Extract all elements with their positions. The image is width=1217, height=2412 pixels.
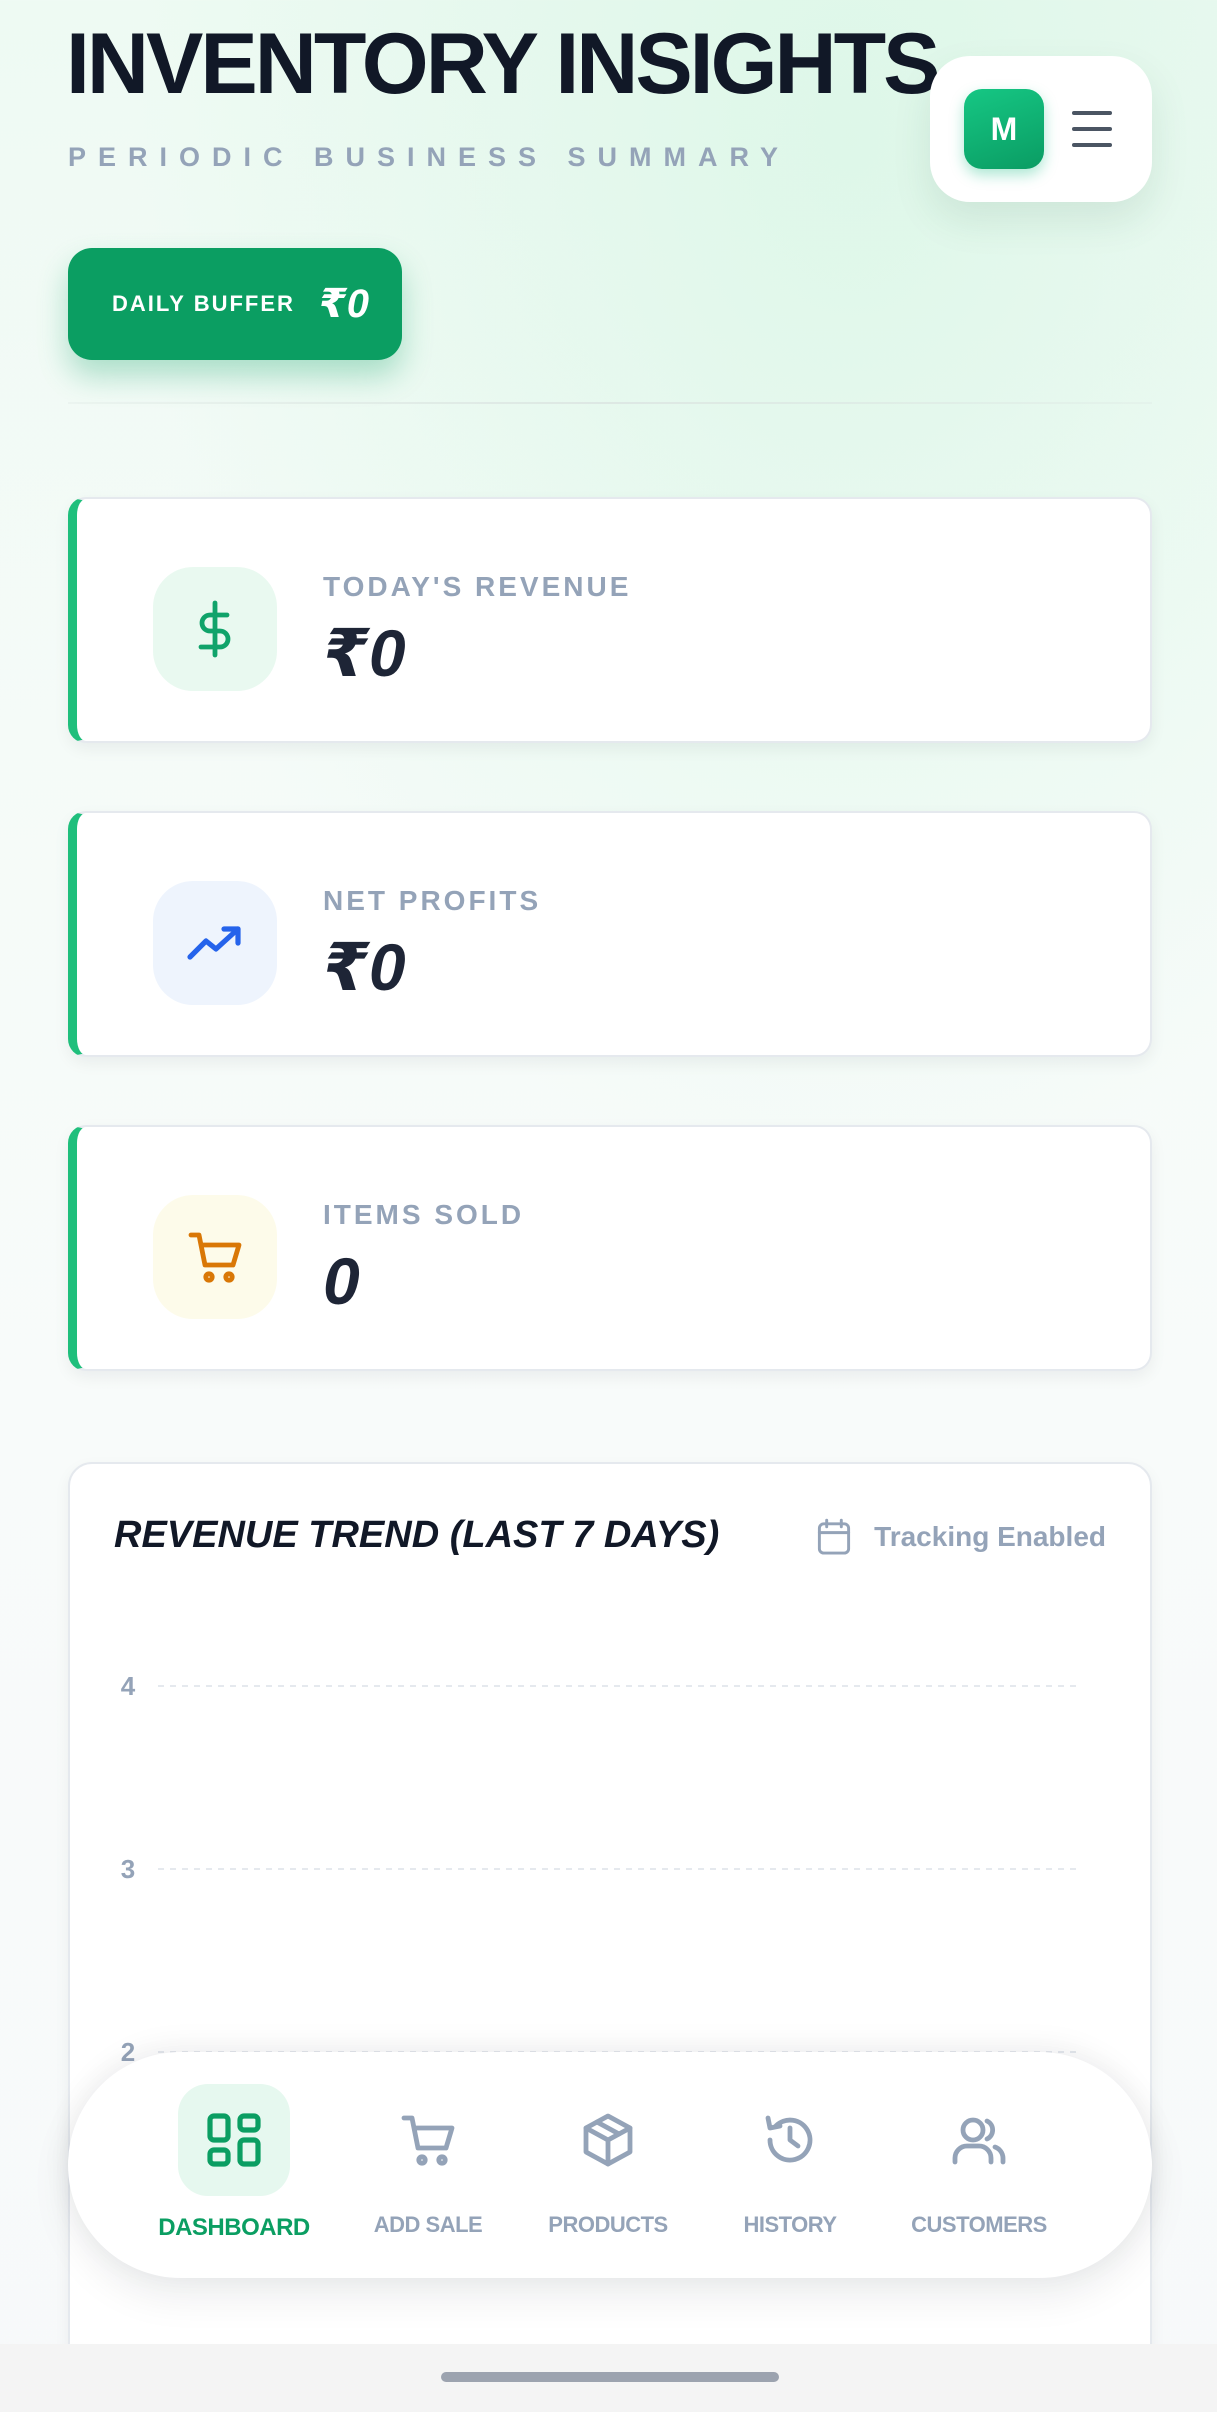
home-indicator[interactable]: [441, 2372, 779, 2382]
header-divider: [68, 402, 1152, 404]
daily-buffer-value: ₹0: [318, 282, 369, 326]
nav-customers[interactable]: CUSTOMERS: [894, 2052, 1064, 2278]
nav-add-sale[interactable]: ADD SALE: [358, 2052, 498, 2278]
nav-label: DASHBOARD: [158, 2214, 310, 2241]
nav-label: ADD SALE: [373, 2212, 483, 2237]
y-tick-label: 4: [121, 1671, 136, 1701]
page-subtitle: PERIODIC BUSINESS SUMMARY: [68, 142, 791, 172]
stat-card-revenue: TODAY'S REVENUE ₹0: [68, 497, 1152, 743]
box-icon: [552, 2084, 664, 2196]
avatar[interactable]: M: [964, 89, 1044, 169]
grid-icon: [178, 2084, 290, 2196]
nav-label: CUSTOMERS: [911, 2212, 1047, 2237]
stat-label: ITEMS SOLD: [323, 1199, 525, 1230]
y-tick-label: 3: [121, 1854, 135, 1884]
cart-icon: [153, 1195, 277, 1319]
daily-buffer-label: DAILY BUFFER: [112, 291, 295, 316]
stat-card-items-sold: ITEMS SOLD 0: [68, 1125, 1152, 1371]
stat-card-net-profits: NET PROFITS ₹0: [68, 811, 1152, 1057]
stat-label: TODAY'S REVENUE: [323, 571, 632, 602]
trending-up-icon: [153, 881, 277, 1005]
bottom-navigation: DASHBOARD ADD SALE PRODUCTS HISTORY CUST…: [68, 2052, 1152, 2278]
daily-buffer-button[interactable]: DAILY BUFFER ₹0: [68, 248, 402, 360]
users-icon: [923, 2084, 1035, 2196]
nav-label: PRODUCTS: [548, 2212, 668, 2237]
page-title: INVENTORY INSIGHTS: [66, 16, 940, 112]
dollar-icon: [153, 567, 277, 691]
nav-dashboard[interactable]: DASHBOARD: [134, 2052, 334, 2278]
stat-label: NET PROFITS: [323, 885, 542, 916]
hamburger-menu-icon[interactable]: [1072, 111, 1112, 147]
nav-history[interactable]: HISTORY: [720, 2052, 860, 2278]
stat-value: ₹0: [323, 616, 406, 690]
history-icon: [734, 2084, 846, 2196]
stat-value: 0: [323, 1244, 360, 1318]
cart-icon: [372, 2084, 484, 2196]
stat-value: ₹0: [323, 930, 406, 1004]
nav-products[interactable]: PRODUCTS: [528, 2052, 688, 2278]
nav-label: HISTORY: [743, 2212, 837, 2237]
profile-menu-box: M: [930, 56, 1152, 202]
